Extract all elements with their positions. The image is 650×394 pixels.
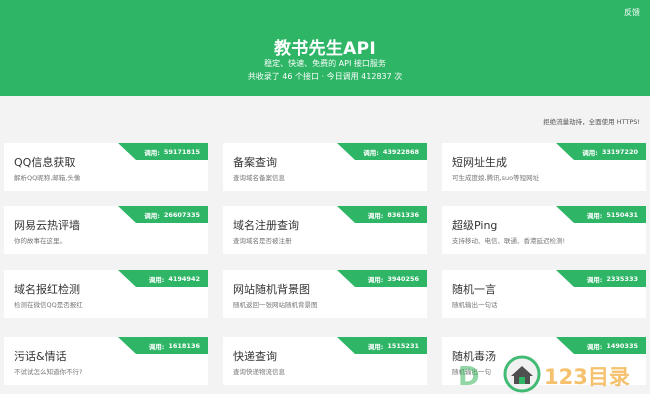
api-name: 备案查询: [233, 156, 277, 169]
svg-text:D: D: [458, 362, 480, 392]
api-name: 域名报红检测: [14, 283, 80, 296]
call-count-badge: 调用: 8361336: [337, 206, 427, 223]
api-card[interactable]: 调用: 4194942 域名报红检测 检测在微信QQ是否报红: [4, 270, 208, 318]
call-count-label: 调用:: [148, 342, 165, 351]
call-count-value: 1515231: [387, 341, 419, 350]
call-count-value: 4194942: [168, 274, 200, 283]
call-count-label: 调用:: [586, 275, 603, 284]
api-card[interactable]: 调用: 26607335 网易云热评墙 你的故事在这里。: [4, 206, 208, 254]
call-count-badge: 调用: 59171815: [118, 143, 208, 160]
call-count-badge: 调用: 26607335: [118, 206, 208, 223]
call-count-badge: 调用: 4194942: [118, 270, 208, 287]
api-description: 查询域名备案信息: [233, 174, 285, 182]
api-name: 域名注册查询: [233, 219, 299, 232]
api-card[interactable]: 调用: 1515231 快递查询 查询快递物流信息: [223, 337, 427, 385]
api-description: 随机返回一张网站随机背景图: [233, 301, 318, 309]
call-count-value: 3940256: [387, 274, 419, 283]
site-title: 教书先生API: [273, 39, 377, 59]
call-count-value: 5150431: [606, 210, 638, 219]
api-name: 随机一言: [452, 283, 496, 296]
api-card[interactable]: 调用: 8361336 域名注册查询 查询域名是否被注册: [223, 206, 427, 254]
call-count-label: 调用:: [144, 148, 160, 157]
api-name: 污话&情话: [14, 350, 67, 363]
api-card[interactable]: 调用: 33197220 短网址生成 可生成度娘,腾讯,suo等短网址: [442, 143, 646, 191]
api-name: 网易云热评墙: [14, 219, 80, 232]
call-count-value: 59171815: [163, 147, 200, 156]
call-count-badge: 调用: 1490335: [556, 337, 646, 354]
call-count-badge: 调用: 5150431: [556, 206, 646, 223]
api-name: 短网址生成: [452, 156, 507, 169]
api-name: 网站随机背景图: [233, 283, 310, 296]
call-count-label: 调用:: [582, 148, 598, 157]
api-card[interactable]: 调用: 59171815 QQ信息获取 解析QQ昵称,邮箱,头像: [4, 143, 208, 191]
call-count-badge: 调用: 1618136: [118, 337, 208, 354]
call-count-value: 2335333: [606, 274, 638, 283]
site-subtitle: 稳定、快速、免费的 API 接口服务: [264, 59, 386, 68]
api-description: 支持移动、电信、联通、香港延迟检测!: [452, 237, 566, 245]
api-name: 超级Ping: [452, 219, 498, 232]
api-description: 随机输出一句话: [452, 301, 498, 309]
call-count-badge: 调用: 3940256: [337, 270, 427, 287]
call-count-value: 33197220: [601, 147, 638, 156]
api-card[interactable]: 调用: 3940256 网站随机背景图 随机返回一张网站随机背景图: [223, 270, 427, 318]
call-count-value: 8361336: [387, 210, 419, 219]
api-description: 不试试怎么知道你不行?: [14, 368, 83, 376]
api-name: QQ信息获取: [14, 156, 76, 169]
api-description: 查询快递物流信息: [233, 368, 285, 376]
api-card[interactable]: 调用: 43922868 备案查询 查询域名备案信息: [223, 143, 427, 191]
call-count-label: 调用:: [586, 211, 603, 220]
api-description: 检测在微信QQ是否报红: [14, 301, 83, 309]
call-count-label: 调用:: [586, 342, 603, 351]
call-count-badge: 调用: 2335333: [556, 270, 646, 287]
api-card[interactable]: 调用: 2335333 随机一言 随机输出一句话: [442, 270, 646, 318]
call-count-badge: 调用: 1515231: [337, 337, 427, 354]
api-card[interactable]: 调用: 1618136 污话&情话 不试试怎么知道你不行?: [4, 337, 208, 385]
call-count-value: 1490335: [606, 341, 638, 350]
hero-header: 反馈 教书先生API 稳定、快速、免费的 API 接口服务 共收录了 46 个接…: [0, 0, 650, 96]
call-count-badge: 调用: 43922868: [337, 143, 427, 160]
call-count-value: 1618136: [168, 341, 200, 350]
api-name: 快递查询: [233, 350, 277, 363]
api-description: 你的故事在这里。: [14, 237, 66, 245]
site-watermark: D 123目录: [456, 354, 634, 394]
call-count-label: 调用:: [367, 275, 384, 284]
svg-text:123目录: 123目录: [544, 365, 630, 389]
site-stats: 共收录了 46 个接口 · 今日调用 412837 次: [247, 72, 403, 81]
call-count-label: 调用:: [144, 211, 160, 220]
api-description: 可生成度娘,腾讯,suo等短网址: [452, 174, 540, 182]
api-description: 解析QQ昵称,邮箱,头像: [14, 174, 81, 182]
api-card[interactable]: 调用: 5150431 超级Ping 支持移动、电信、联通、香港延迟检测!: [442, 206, 646, 254]
https-notice: 拒绝流量劫持，全面使用 HTTPS!: [543, 118, 640, 126]
call-count-badge: 调用: 33197220: [556, 143, 646, 160]
call-count-value: 43922868: [382, 147, 419, 156]
call-count-label: 调用:: [363, 148, 379, 157]
call-count-label: 调用:: [367, 211, 384, 220]
watermark-logo-icon: D 123目录: [458, 355, 630, 393]
api-description: 查询域名是否被注册: [233, 237, 292, 245]
call-count-value: 26607335: [163, 210, 200, 219]
call-count-label: 调用:: [367, 342, 384, 351]
feedback-link[interactable]: 反馈: [624, 7, 640, 18]
call-count-label: 调用:: [148, 275, 165, 284]
